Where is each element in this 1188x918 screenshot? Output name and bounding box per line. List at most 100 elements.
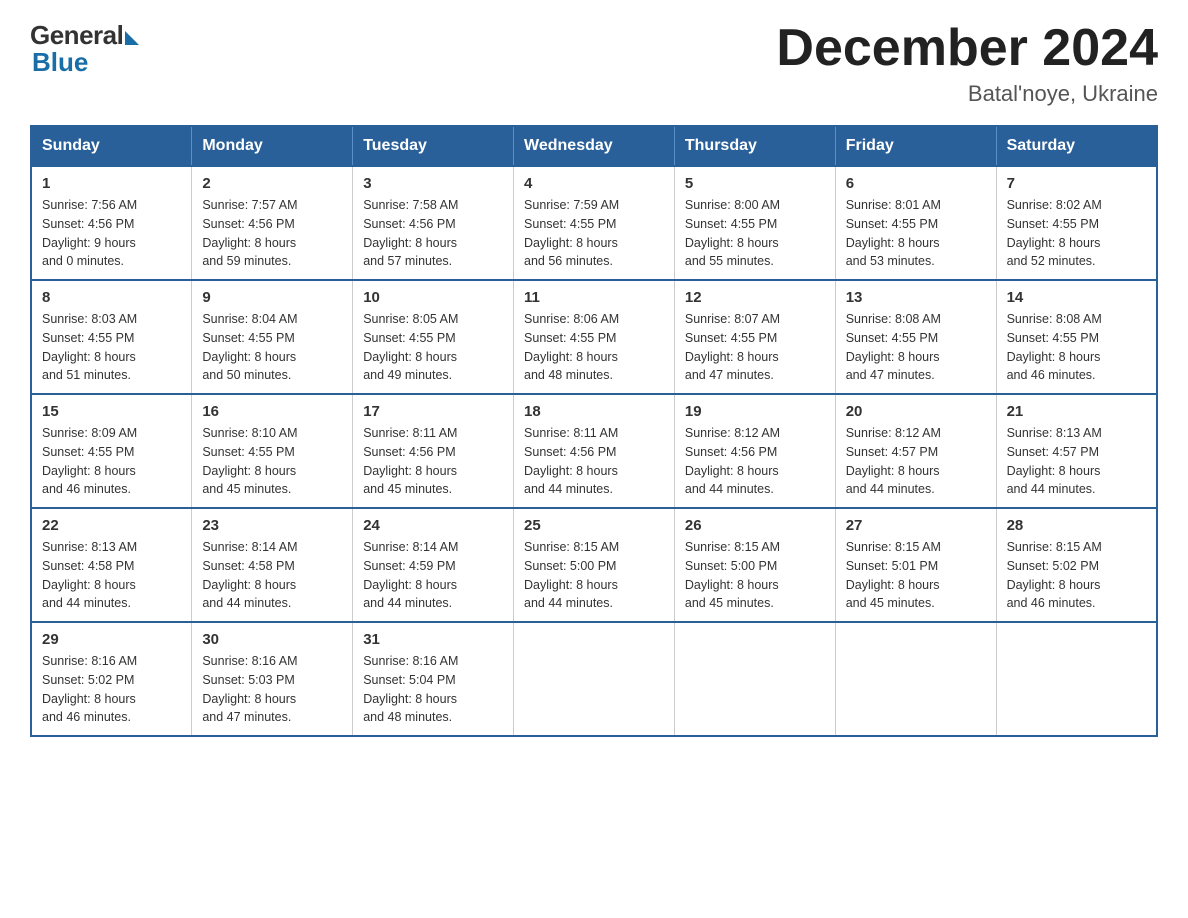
header-row: Sunday Monday Tuesday Wednesday Thursday… [31,126,1157,166]
day-number: 13 [846,289,986,306]
col-monday: Monday [192,126,353,166]
day-number: 7 [1007,175,1146,192]
day-info: Sunrise: 8:12 AM Sunset: 4:56 PM Dayligh… [685,424,825,499]
logo: General Blue [30,20,139,78]
day-info: Sunrise: 8:04 AM Sunset: 4:55 PM Dayligh… [202,310,342,385]
col-saturday: Saturday [996,126,1157,166]
day-info: Sunrise: 8:14 AM Sunset: 4:58 PM Dayligh… [202,538,342,613]
day-number: 20 [846,403,986,420]
day-info: Sunrise: 7:58 AM Sunset: 4:56 PM Dayligh… [363,196,503,271]
day-info: Sunrise: 8:15 AM Sunset: 5:01 PM Dayligh… [846,538,986,613]
calendar-cell: 13 Sunrise: 8:08 AM Sunset: 4:55 PM Dayli… [835,280,996,394]
day-info: Sunrise: 8:16 AM Sunset: 5:03 PM Dayligh… [202,652,342,727]
calendar-cell [996,622,1157,736]
day-number: 29 [42,631,181,648]
day-number: 27 [846,517,986,534]
day-number: 24 [363,517,503,534]
day-info: Sunrise: 8:01 AM Sunset: 4:55 PM Dayligh… [846,196,986,271]
day-info: Sunrise: 8:15 AM Sunset: 5:00 PM Dayligh… [524,538,664,613]
day-number: 22 [42,517,181,534]
calendar-cell [835,622,996,736]
day-info: Sunrise: 8:12 AM Sunset: 4:57 PM Dayligh… [846,424,986,499]
calendar-cell: 28 Sunrise: 8:15 AM Sunset: 5:02 PM Dayli… [996,508,1157,622]
calendar-body: 1Sunrise: 7:56 AM Sunset: 4:56 PM Daylig… [31,166,1157,736]
title-area: December 2024 Batal'noye, Ukraine [776,20,1158,107]
calendar-cell: 24Sunrise: 8:14 AM Sunset: 4:59 PM Dayli… [353,508,514,622]
calendar-cell: 31 Sunrise: 8:16 AM Sunset: 5:04 PM Dayli… [353,622,514,736]
day-number: 2 [202,175,342,192]
day-number: 12 [685,289,825,306]
calendar-cell: 4Sunrise: 7:59 AM Sunset: 4:55 PM Daylig… [514,166,675,280]
calendar-cell: 20 Sunrise: 8:12 AM Sunset: 4:57 PM Dayli… [835,394,996,508]
calendar-week-4: 22 Sunrise: 8:13 AM Sunset: 4:58 PM Dayli… [31,508,1157,622]
day-number: 6 [846,175,986,192]
calendar-cell: 8 Sunrise: 8:03 AM Sunset: 4:55 PM Daylig… [31,280,192,394]
calendar-cell: 7 Sunrise: 8:02 AM Sunset: 4:55 PM Daylig… [996,166,1157,280]
day-number: 17 [363,403,503,420]
calendar-cell: 25 Sunrise: 8:15 AM Sunset: 5:00 PM Dayli… [514,508,675,622]
calendar-header: Sunday Monday Tuesday Wednesday Thursday… [31,126,1157,166]
calendar-cell: 30 Sunrise: 8:16 AM Sunset: 5:03 PM Dayli… [192,622,353,736]
day-info: Sunrise: 8:02 AM Sunset: 4:55 PM Dayligh… [1007,196,1146,271]
logo-arrow-icon [125,31,139,45]
calendar-cell: 19 Sunrise: 8:12 AM Sunset: 4:56 PM Dayli… [674,394,835,508]
day-info: Sunrise: 8:10 AM Sunset: 4:55 PM Dayligh… [202,424,342,499]
col-friday: Friday [835,126,996,166]
day-number: 15 [42,403,181,420]
day-info: Sunrise: 8:08 AM Sunset: 4:55 PM Dayligh… [846,310,986,385]
day-info: Sunrise: 8:13 AM Sunset: 4:58 PM Dayligh… [42,538,181,613]
day-number: 8 [42,289,181,306]
day-number: 25 [524,517,664,534]
calendar-cell: 10Sunrise: 8:05 AM Sunset: 4:55 PM Dayli… [353,280,514,394]
logo-blue-text: Blue [32,47,88,78]
day-number: 21 [1007,403,1146,420]
calendar-cell: 18 Sunrise: 8:11 AM Sunset: 4:56 PM Dayli… [514,394,675,508]
calendar-cell: 27 Sunrise: 8:15 AM Sunset: 5:01 PM Dayli… [835,508,996,622]
calendar-cell: 11 Sunrise: 8:06 AM Sunset: 4:55 PM Dayli… [514,280,675,394]
calendar-cell: 17 Sunrise: 8:11 AM Sunset: 4:56 PM Dayli… [353,394,514,508]
day-number: 23 [202,517,342,534]
day-number: 31 [363,631,503,648]
day-info: Sunrise: 8:15 AM Sunset: 5:00 PM Dayligh… [685,538,825,613]
day-number: 19 [685,403,825,420]
day-info: Sunrise: 8:06 AM Sunset: 4:55 PM Dayligh… [524,310,664,385]
day-number: 9 [202,289,342,306]
day-info: Sunrise: 8:00 AM Sunset: 4:55 PM Dayligh… [685,196,825,271]
day-info: Sunrise: 7:57 AM Sunset: 4:56 PM Dayligh… [202,196,342,271]
calendar-cell: 21 Sunrise: 8:13 AM Sunset: 4:57 PM Dayli… [996,394,1157,508]
calendar-cell: 23 Sunrise: 8:14 AM Sunset: 4:58 PM Dayli… [192,508,353,622]
day-number: 16 [202,403,342,420]
calendar-table: Sunday Monday Tuesday Wednesday Thursday… [30,125,1158,737]
day-info: Sunrise: 8:16 AM Sunset: 5:04 PM Dayligh… [363,652,503,727]
day-info: Sunrise: 7:59 AM Sunset: 4:55 PM Dayligh… [524,196,664,271]
calendar-week-3: 15 Sunrise: 8:09 AM Sunset: 4:55 PM Dayli… [31,394,1157,508]
day-info: Sunrise: 8:05 AM Sunset: 4:55 PM Dayligh… [363,310,503,385]
calendar-cell [674,622,835,736]
day-info: Sunrise: 8:13 AM Sunset: 4:57 PM Dayligh… [1007,424,1146,499]
calendar-cell: 9 Sunrise: 8:04 AM Sunset: 4:55 PM Daylig… [192,280,353,394]
day-info: Sunrise: 8:09 AM Sunset: 4:55 PM Dayligh… [42,424,181,499]
day-number: 3 [363,175,503,192]
day-number: 18 [524,403,664,420]
calendar-cell: 2 Sunrise: 7:57 AM Sunset: 4:56 PM Daylig… [192,166,353,280]
day-number: 30 [202,631,342,648]
calendar-week-1: 1Sunrise: 7:56 AM Sunset: 4:56 PM Daylig… [31,166,1157,280]
calendar-week-5: 29 Sunrise: 8:16 AM Sunset: 5:02 PM Dayli… [31,622,1157,736]
day-number: 28 [1007,517,1146,534]
day-number: 11 [524,289,664,306]
day-info: Sunrise: 8:11 AM Sunset: 4:56 PM Dayligh… [363,424,503,499]
calendar-cell: 12Sunrise: 8:07 AM Sunset: 4:55 PM Dayli… [674,280,835,394]
day-info: Sunrise: 8:15 AM Sunset: 5:02 PM Dayligh… [1007,538,1146,613]
day-info: Sunrise: 8:16 AM Sunset: 5:02 PM Dayligh… [42,652,181,727]
calendar-cell: 5 Sunrise: 8:00 AM Sunset: 4:55 PM Daylig… [674,166,835,280]
day-info: Sunrise: 8:03 AM Sunset: 4:55 PM Dayligh… [42,310,181,385]
day-info: Sunrise: 7:56 AM Sunset: 4:56 PM Dayligh… [42,196,181,271]
month-title: December 2024 [776,20,1158,77]
calendar-cell: 15 Sunrise: 8:09 AM Sunset: 4:55 PM Dayli… [31,394,192,508]
calendar-cell: 14Sunrise: 8:08 AM Sunset: 4:55 PM Dayli… [996,280,1157,394]
col-thursday: Thursday [674,126,835,166]
day-info: Sunrise: 8:11 AM Sunset: 4:56 PM Dayligh… [524,424,664,499]
day-number: 5 [685,175,825,192]
calendar-cell: 3 Sunrise: 7:58 AM Sunset: 4:56 PM Daylig… [353,166,514,280]
calendar-cell: 16 Sunrise: 8:10 AM Sunset: 4:55 PM Dayli… [192,394,353,508]
